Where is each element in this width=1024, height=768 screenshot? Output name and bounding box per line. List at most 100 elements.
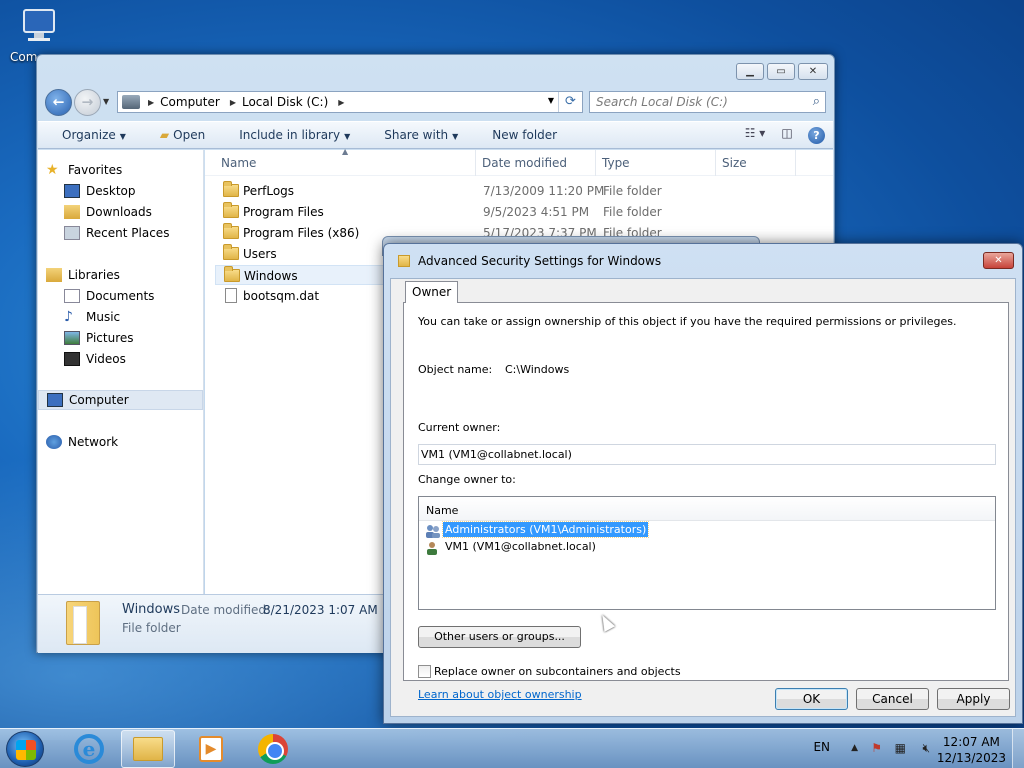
list-item-administrators[interactable]: Administrators (VM1\Administrators) [423, 521, 650, 539]
show-desktop-button[interactable] [1012, 729, 1024, 768]
star-icon: ★ [46, 162, 59, 178]
tab-owner[interactable]: Owner [405, 281, 459, 303]
taskbar-chrome[interactable] [246, 730, 300, 768]
nav-downloads[interactable]: Downloads [38, 202, 203, 222]
nav-label: Desktop [86, 184, 136, 198]
folder-icon [223, 181, 239, 197]
file-name: Users [243, 247, 277, 261]
nav-label: Pictures [86, 331, 134, 345]
nav-label: Network [68, 435, 119, 449]
caption-buttons: ▁ ▭ ✕ [736, 63, 828, 80]
nav-music[interactable]: ♪ Music [38, 307, 203, 327]
preview-pane-icon[interactable]: ◫ [776, 126, 798, 144]
show-hidden-icons[interactable]: ▲ [851, 743, 858, 753]
breadcrumb-computer[interactable]: Computer [158, 95, 226, 109]
address-dropdown-icon[interactable]: ▼ [548, 96, 554, 105]
column-type[interactable]: Type [602, 156, 630, 170]
taskbar-explorer[interactable] [121, 730, 175, 768]
learn-ownership-link[interactable]: Learn about object ownership [418, 688, 582, 701]
file-row-selected[interactable]: Windows [215, 265, 385, 285]
back-button[interactable]: ← [45, 89, 72, 116]
change-view-icon[interactable]: ☷ ▾ [744, 126, 766, 144]
minimize-button[interactable]: ▁ [736, 63, 764, 80]
close-button[interactable]: ✕ [798, 63, 828, 80]
details-type: File folder [122, 621, 181, 635]
breadcrumb-separator[interactable]: ▶ [226, 98, 240, 107]
file-type: File folder [603, 205, 662, 219]
column-name[interactable]: Name [221, 156, 256, 170]
column-header: Name ▲ Date modified Type Size [205, 147, 833, 176]
taskbar-internet-explorer[interactable]: e [62, 730, 116, 768]
maximize-button[interactable]: ▭ [767, 63, 795, 80]
taskbar-media-player[interactable]: ▶ [184, 730, 238, 768]
column-divider[interactable] [595, 150, 596, 176]
file-name: bootsqm.dat [243, 289, 320, 303]
start-button[interactable] [6, 731, 44, 767]
intro-text: You can take or assign ownership of this… [418, 315, 957, 328]
clock[interactable]: 12:07 AM 12/13/2023 [937, 734, 1006, 766]
file-row[interactable]: Program Files 9/5/2023 4:51 PM File fold… [215, 202, 915, 222]
dialog-title: Advanced Security Settings for Windows [418, 254, 662, 268]
group-icon [425, 524, 440, 538]
other-users-button[interactable]: Other users or groups... [418, 626, 581, 648]
file-type: File folder [603, 184, 662, 198]
nav-network[interactable]: Network [38, 432, 203, 452]
forward-button[interactable]: → [74, 89, 101, 116]
language-indicator[interactable]: EN [813, 740, 830, 754]
folder-icon [66, 601, 100, 645]
owner-listbox[interactable]: Name Administrators (VM1\Administrators)… [418, 496, 996, 610]
list-header-name[interactable]: Name [419, 497, 995, 521]
ok-button[interactable]: OK [775, 688, 848, 710]
replace-owner-label[interactable]: Replace owner on subcontainers and objec… [434, 665, 681, 678]
search-icon[interactable]: ⌕ [813, 94, 820, 109]
nav-libraries[interactable]: Libraries [38, 265, 203, 285]
dialog-close-button[interactable]: ✕ [983, 252, 1014, 269]
nav-recent-places[interactable]: Recent Places [38, 223, 203, 243]
music-icon: ♪ [64, 309, 73, 325]
refresh-icon[interactable]: ⟳ [558, 92, 582, 112]
nav-favorites[interactable]: ★ Favorites [38, 160, 203, 180]
column-divider[interactable] [795, 150, 796, 176]
list-item-vm1[interactable]: VM1 (VM1@collabnet.local) [423, 540, 598, 556]
current-owner-field[interactable]: VM1 (VM1@collabnet.local) [418, 444, 996, 465]
volume-muted-icon[interactable]: 🔇︎ [922, 741, 930, 756]
open-button[interactable]: ▰ Open [136, 128, 215, 142]
column-date-modified[interactable]: Date modified [482, 156, 567, 170]
nav-desktop[interactable]: Desktop [38, 181, 203, 201]
chrome-icon [258, 734, 288, 764]
address-bar[interactable]: ▶ Computer ▶ Local Disk (C:) ▶ ▼ ⟳ [117, 91, 583, 113]
list-item-label: VM1 (VM1@collabnet.local) [445, 540, 596, 553]
new-folder-button[interactable]: New folder [468, 128, 567, 142]
share-with-button[interactable]: Share with ▼ [360, 128, 468, 142]
replace-owner-checkbox[interactable] [418, 665, 431, 678]
cancel-button[interactable]: Cancel [856, 688, 929, 710]
internet-explorer-icon: e [74, 734, 104, 764]
file-row[interactable]: PerfLogs 7/13/2009 11:20 PM File folder [215, 181, 915, 201]
column-divider[interactable] [715, 150, 716, 176]
action-center-icon[interactable]: ⚑ [871, 741, 882, 755]
network-tray-icon[interactable]: ▦ [895, 741, 906, 755]
nav-label: Libraries [68, 268, 120, 282]
apply-button[interactable]: Apply [937, 688, 1010, 710]
object-name-value: C:\Windows [505, 363, 570, 376]
search-input[interactable]: Search Local Disk (C:) ⌕ [589, 91, 826, 113]
column-divider[interactable] [475, 150, 476, 176]
nav-pictures[interactable]: Pictures [38, 328, 203, 348]
nav-documents[interactable]: Documents [38, 286, 203, 306]
breadcrumb-local-disk[interactable]: Local Disk (C:) [240, 95, 334, 109]
libraries-icon [46, 268, 62, 282]
breadcrumb-separator[interactable]: ▶ [334, 98, 348, 107]
nav-videos[interactable]: Videos [38, 349, 203, 369]
column-size[interactable]: Size [722, 156, 747, 170]
advanced-security-dialog[interactable]: Advanced Security Settings for Windows ✕… [383, 243, 1023, 724]
details-date-label: Date modified: [181, 603, 271, 617]
nav-computer[interactable]: Computer [38, 390, 203, 410]
breadcrumb-separator[interactable]: ▶ [144, 98, 158, 107]
help-icon[interactable]: ? [808, 126, 825, 144]
chevron-down-icon: ▼ [452, 132, 459, 141]
include-in-library-button[interactable]: Include in library ▼ [215, 128, 360, 142]
nav-label: Computer [69, 393, 129, 407]
recent-pages-dropdown[interactable]: ▼ [103, 97, 109, 106]
organize-button[interactable]: Organize ▼ [38, 128, 136, 142]
videos-icon [64, 352, 80, 366]
